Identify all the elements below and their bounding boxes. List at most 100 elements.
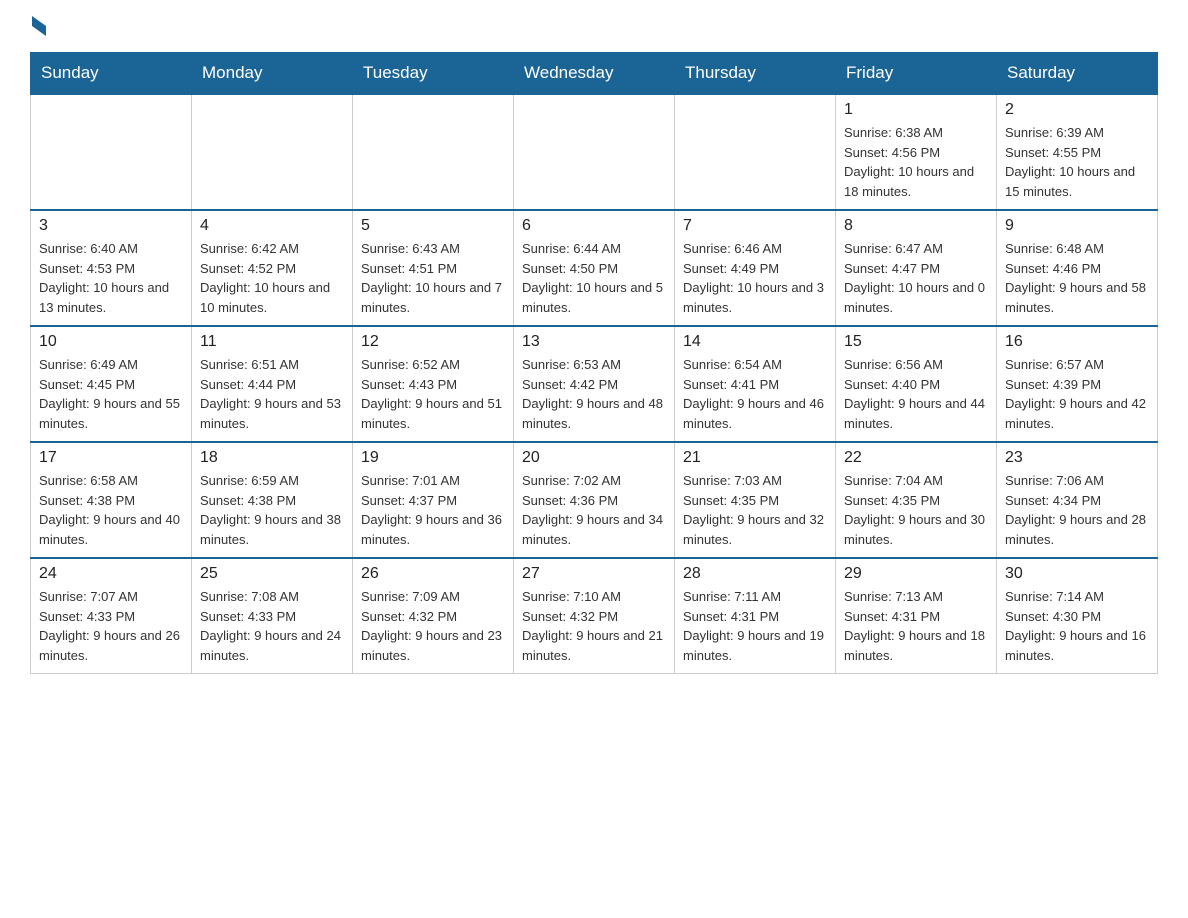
- calendar-cell: 4 Sunrise: 6:42 AM Sunset: 4:52 PM Daylig…: [192, 210, 353, 326]
- day-number: 3: [39, 217, 183, 235]
- header: [30, 20, 1158, 36]
- calendar-cell: 24 Sunrise: 7:07 AM Sunset: 4:33 PM Dayli…: [31, 558, 192, 674]
- calendar-week-row: 1 Sunrise: 6:38 AM Sunset: 4:56 PM Daylig…: [31, 94, 1158, 210]
- calendar-cell: [353, 94, 514, 210]
- calendar-cell: 28 Sunrise: 7:11 AM Sunset: 4:31 PM Dayli…: [675, 558, 836, 674]
- day-number: 14: [683, 333, 827, 351]
- day-info: Sunrise: 6:42 AM Sunset: 4:52 PM Dayligh…: [200, 239, 344, 317]
- day-info: Sunrise: 6:38 AM Sunset: 4:56 PM Dayligh…: [844, 123, 988, 201]
- day-info: Sunrise: 7:08 AM Sunset: 4:33 PM Dayligh…: [200, 587, 344, 665]
- day-info: Sunrise: 7:09 AM Sunset: 4:32 PM Dayligh…: [361, 587, 505, 665]
- day-info: Sunrise: 7:03 AM Sunset: 4:35 PM Dayligh…: [683, 471, 827, 549]
- calendar-cell: 23 Sunrise: 7:06 AM Sunset: 4:34 PM Dayli…: [997, 442, 1158, 558]
- day-info: Sunrise: 7:01 AM Sunset: 4:37 PM Dayligh…: [361, 471, 505, 549]
- day-info: Sunrise: 6:59 AM Sunset: 4:38 PM Dayligh…: [200, 471, 344, 549]
- calendar-cell: 25 Sunrise: 7:08 AM Sunset: 4:33 PM Dayli…: [192, 558, 353, 674]
- calendar-cell: 29Sunrise: 7:13 AM Sunset: 4:31 PM Dayli…: [836, 558, 997, 674]
- calendar-cell: 13 Sunrise: 6:53 AM Sunset: 4:42 PM Dayli…: [514, 326, 675, 442]
- calendar-cell: 18 Sunrise: 6:59 AM Sunset: 4:38 PM Dayli…: [192, 442, 353, 558]
- weekday-header-saturday: Saturday: [997, 53, 1158, 95]
- logo-flag-icon: [32, 16, 46, 36]
- day-info: Sunrise: 7:13 AM Sunset: 4:31 PM Dayligh…: [844, 587, 988, 665]
- day-number: 9: [1005, 217, 1149, 235]
- day-number: 24: [39, 565, 183, 583]
- weekday-header-tuesday: Tuesday: [353, 53, 514, 95]
- day-info: Sunrise: 6:57 AM Sunset: 4:39 PM Dayligh…: [1005, 355, 1149, 433]
- calendar-cell: 9 Sunrise: 6:48 AM Sunset: 4:46 PM Daylig…: [997, 210, 1158, 326]
- calendar-cell: 1 Sunrise: 6:38 AM Sunset: 4:56 PM Daylig…: [836, 94, 997, 210]
- day-number: 19: [361, 449, 505, 467]
- calendar-cell: 15 Sunrise: 6:56 AM Sunset: 4:40 PM Dayli…: [836, 326, 997, 442]
- day-number: 18: [200, 449, 344, 467]
- day-number: 2: [1005, 101, 1149, 119]
- calendar-cell: 11 Sunrise: 6:51 AM Sunset: 4:44 PM Dayli…: [192, 326, 353, 442]
- day-info: Sunrise: 6:56 AM Sunset: 4:40 PM Dayligh…: [844, 355, 988, 433]
- day-info: Sunrise: 6:48 AM Sunset: 4:46 PM Dayligh…: [1005, 239, 1149, 317]
- calendar-cell: 27Sunrise: 7:10 AM Sunset: 4:32 PM Dayli…: [514, 558, 675, 674]
- day-number: 16: [1005, 333, 1149, 351]
- day-number: 12: [361, 333, 505, 351]
- day-number: 23: [1005, 449, 1149, 467]
- day-info: Sunrise: 6:58 AM Sunset: 4:38 PM Dayligh…: [39, 471, 183, 549]
- day-number: 20: [522, 449, 666, 467]
- day-number: 25: [200, 565, 344, 583]
- day-number: 6: [522, 217, 666, 235]
- calendar-cell: 17 Sunrise: 6:58 AM Sunset: 4:38 PM Dayli…: [31, 442, 192, 558]
- calendar-cell: 26 Sunrise: 7:09 AM Sunset: 4:32 PM Dayli…: [353, 558, 514, 674]
- calendar-cell: 3 Sunrise: 6:40 AM Sunset: 4:53 PM Daylig…: [31, 210, 192, 326]
- calendar-cell: 10 Sunrise: 6:49 AM Sunset: 4:45 PM Dayli…: [31, 326, 192, 442]
- day-number: 15: [844, 333, 988, 351]
- day-info: Sunrise: 7:04 AM Sunset: 4:35 PM Dayligh…: [844, 471, 988, 549]
- calendar-cell: 22 Sunrise: 7:04 AM Sunset: 4:35 PM Dayli…: [836, 442, 997, 558]
- calendar-cell: 14 Sunrise: 6:54 AM Sunset: 4:41 PM Dayli…: [675, 326, 836, 442]
- day-info: Sunrise: 6:52 AM Sunset: 4:43 PM Dayligh…: [361, 355, 505, 433]
- day-number: 30: [1005, 565, 1149, 583]
- day-number: 10: [39, 333, 183, 351]
- day-info: Sunrise: 6:49 AM Sunset: 4:45 PM Dayligh…: [39, 355, 183, 433]
- day-number: 22: [844, 449, 988, 467]
- day-number: 21: [683, 449, 827, 467]
- day-number: 11: [200, 333, 344, 351]
- weekday-header-sunday: Sunday: [31, 53, 192, 95]
- day-number: 17: [39, 449, 183, 467]
- day-number: 4: [200, 217, 344, 235]
- day-info: Sunrise: 6:47 AM Sunset: 4:47 PM Dayligh…: [844, 239, 988, 317]
- calendar-cell: 19 Sunrise: 7:01 AM Sunset: 4:37 PM Dayli…: [353, 442, 514, 558]
- calendar-cell: 5 Sunrise: 6:43 AM Sunset: 4:51 PM Daylig…: [353, 210, 514, 326]
- weekday-header-friday: Friday: [836, 53, 997, 95]
- weekday-header-monday: Monday: [192, 53, 353, 95]
- day-info: Sunrise: 7:07 AM Sunset: 4:33 PM Dayligh…: [39, 587, 183, 665]
- day-info: Sunrise: 6:44 AM Sunset: 4:50 PM Dayligh…: [522, 239, 666, 317]
- calendar-cell: [514, 94, 675, 210]
- day-info: Sunrise: 7:11 AM Sunset: 4:31 PM Dayligh…: [683, 587, 827, 665]
- calendar-week-row: 17 Sunrise: 6:58 AM Sunset: 4:38 PM Dayli…: [31, 442, 1158, 558]
- day-info: Sunrise: 6:43 AM Sunset: 4:51 PM Dayligh…: [361, 239, 505, 317]
- calendar-cell: [31, 94, 192, 210]
- calendar-cell: [192, 94, 353, 210]
- day-number: 8: [844, 217, 988, 235]
- day-info: Sunrise: 6:39 AM Sunset: 4:55 PM Dayligh…: [1005, 123, 1149, 201]
- day-info: Sunrise: 7:06 AM Sunset: 4:34 PM Dayligh…: [1005, 471, 1149, 549]
- day-number: 13: [522, 333, 666, 351]
- day-number: 28: [683, 565, 827, 583]
- calendar-week-row: 3 Sunrise: 6:40 AM Sunset: 4:53 PM Daylig…: [31, 210, 1158, 326]
- weekday-header-wednesday: Wednesday: [514, 53, 675, 95]
- calendar-cell: 2 Sunrise: 6:39 AM Sunset: 4:55 PM Daylig…: [997, 94, 1158, 210]
- day-info: Sunrise: 6:53 AM Sunset: 4:42 PM Dayligh…: [522, 355, 666, 433]
- calendar-cell: 21 Sunrise: 7:03 AM Sunset: 4:35 PM Dayli…: [675, 442, 836, 558]
- day-number: 7: [683, 217, 827, 235]
- day-info: Sunrise: 6:40 AM Sunset: 4:53 PM Dayligh…: [39, 239, 183, 317]
- day-info: Sunrise: 7:10 AM Sunset: 4:32 PM Dayligh…: [522, 587, 666, 665]
- day-number: 1: [844, 101, 988, 119]
- day-info: Sunrise: 6:46 AM Sunset: 4:49 PM Dayligh…: [683, 239, 827, 317]
- calendar-table: SundayMondayTuesdayWednesdayThursdayFrid…: [30, 52, 1158, 674]
- calendar-cell: 6 Sunrise: 6:44 AM Sunset: 4:50 PM Daylig…: [514, 210, 675, 326]
- weekday-header-thursday: Thursday: [675, 53, 836, 95]
- calendar-cell: 8 Sunrise: 6:47 AM Sunset: 4:47 PM Daylig…: [836, 210, 997, 326]
- day-info: Sunrise: 6:51 AM Sunset: 4:44 PM Dayligh…: [200, 355, 344, 433]
- calendar-week-row: 24 Sunrise: 7:07 AM Sunset: 4:33 PM Dayli…: [31, 558, 1158, 674]
- calendar-cell: [675, 94, 836, 210]
- day-number: 26: [361, 565, 505, 583]
- day-number: 5: [361, 217, 505, 235]
- day-info: Sunrise: 6:54 AM Sunset: 4:41 PM Dayligh…: [683, 355, 827, 433]
